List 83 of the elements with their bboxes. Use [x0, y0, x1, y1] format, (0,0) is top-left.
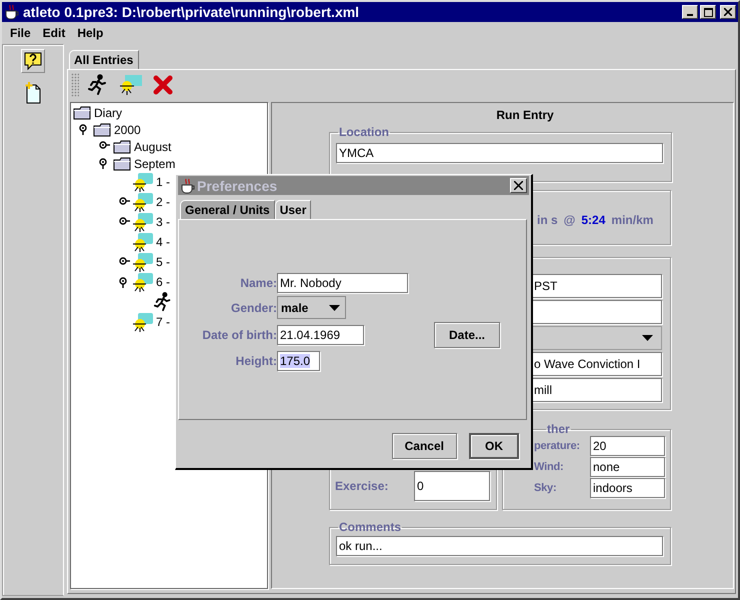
field-label: Date of birth:: [201, 328, 277, 342]
tree-item[interactable]: Septem: [134, 156, 176, 170]
tab[interactable]: All Entries: [69, 50, 140, 69]
group-title: ther: [546, 422, 571, 436]
text-field[interactable]: none: [590, 457, 665, 477]
tree-toggle-icon[interactable]: [119, 256, 130, 268]
delete-button[interactable]: [151, 73, 175, 97]
field-label: perature:: [534, 440, 581, 452]
menu-item[interactable]: File: [4, 26, 37, 40]
close-button[interactable]: [510, 178, 527, 193]
tree-item[interactable]: 2 -: [156, 195, 170, 209]
field-label: Wind:: [534, 461, 564, 473]
dialog-title: Preferences: [197, 178, 278, 194]
sun-icon: [133, 252, 153, 272]
dropdown[interactable]: [531, 326, 662, 350]
duration-unit: in s: [537, 213, 558, 227]
gender-dropdown[interactable]: male: [277, 296, 346, 319]
text-field[interactable]: mill: [531, 378, 662, 402]
sun-icon: [133, 212, 153, 232]
text-field[interactable]: Mr. Nobody: [277, 273, 408, 293]
text-field[interactable]: 175.0: [277, 351, 320, 371]
close-icon: [724, 8, 732, 16]
dialog-button[interactable]: Cancel: [392, 432, 457, 458]
menu-item[interactable]: Help: [71, 26, 110, 40]
tree-item[interactable]: August: [134, 140, 172, 154]
folder-icon: [73, 106, 91, 120]
tree-item[interactable]: 7 -: [156, 315, 170, 329]
maximize-icon: [704, 8, 712, 16]
help-button[interactable]: [21, 49, 45, 73]
maximize-button[interactable]: [700, 5, 716, 19]
menu-item[interactable]: Edit: [36, 26, 72, 40]
comments-field[interactable]: ok run...: [336, 536, 663, 556]
sun-icon: [133, 232, 153, 252]
text-field[interactable]: [531, 300, 662, 324]
tree-item[interactable]: 2000: [114, 122, 141, 136]
pace-unit: min/km: [611, 213, 654, 227]
sun-icon: [133, 272, 153, 292]
tree-item[interactable]: 6 -: [156, 275, 170, 289]
tree-item[interactable]: 5 -: [156, 255, 170, 269]
tab[interactable]: User: [274, 200, 312, 219]
runner-icon: [153, 292, 173, 312]
exercise-field[interactable]: 0: [414, 471, 490, 501]
dropdown-arrow-icon: [329, 304, 340, 310]
close-icon: [514, 181, 523, 190]
coffee-cup-icon: [180, 178, 196, 194]
dialog-button[interactable]: OK: [469, 432, 519, 458]
sun-icon: [133, 172, 153, 192]
panel-title: Run Entry: [495, 108, 555, 124]
tree-toggle-icon[interactable]: [119, 196, 130, 208]
folder-icon: [113, 156, 131, 170]
folder-icon: [93, 122, 111, 136]
location-field[interactable]: YMCA: [336, 143, 663, 163]
field-label: Exercise:: [335, 479, 390, 493]
new-entry-button[interactable]: [117, 72, 145, 98]
sun-icon: [133, 312, 153, 332]
group-title: Location: [338, 125, 390, 139]
text-field[interactable]: 21.04.1969: [277, 325, 364, 345]
tree-toggle-icon[interactable]: [119, 216, 130, 228]
coffee-cup-icon: [4, 4, 20, 20]
field-label: Height:: [234, 354, 277, 368]
dropdown-arrow-icon: [642, 335, 653, 341]
minimize-button[interactable]: [682, 5, 698, 19]
field-label: Name:: [239, 276, 277, 290]
date-button[interactable]: Date...: [434, 322, 500, 348]
field-label: Gender:: [230, 300, 277, 314]
tree-item[interactable]: 1 -: [156, 175, 170, 189]
text-field[interactable]: PST: [531, 274, 662, 298]
pace-value: 5:24: [581, 213, 606, 227]
tree-item[interactable]: Diary: [94, 106, 122, 120]
text-field[interactable]: indoors: [590, 478, 665, 498]
sun-icon: [133, 192, 153, 212]
folder-icon: [113, 140, 131, 154]
close-button[interactable]: [720, 5, 736, 19]
text-field[interactable]: o Wave Conviction I: [531, 352, 662, 376]
toolbar-grip[interactable]: [71, 73, 79, 97]
tab[interactable]: General / Units: [180, 200, 275, 219]
tree-item[interactable]: 4 -: [156, 235, 170, 249]
at-sign: @: [564, 213, 576, 227]
group-title: Comments: [338, 520, 402, 534]
field-label: Sky:: [534, 482, 558, 494]
window-title: atleto 0.1pre3: D:\robert\private\running\robert.xml: [23, 4, 360, 20]
tree-item[interactable]: 3 -: [156, 215, 170, 229]
text-field[interactable]: 20: [590, 436, 665, 456]
